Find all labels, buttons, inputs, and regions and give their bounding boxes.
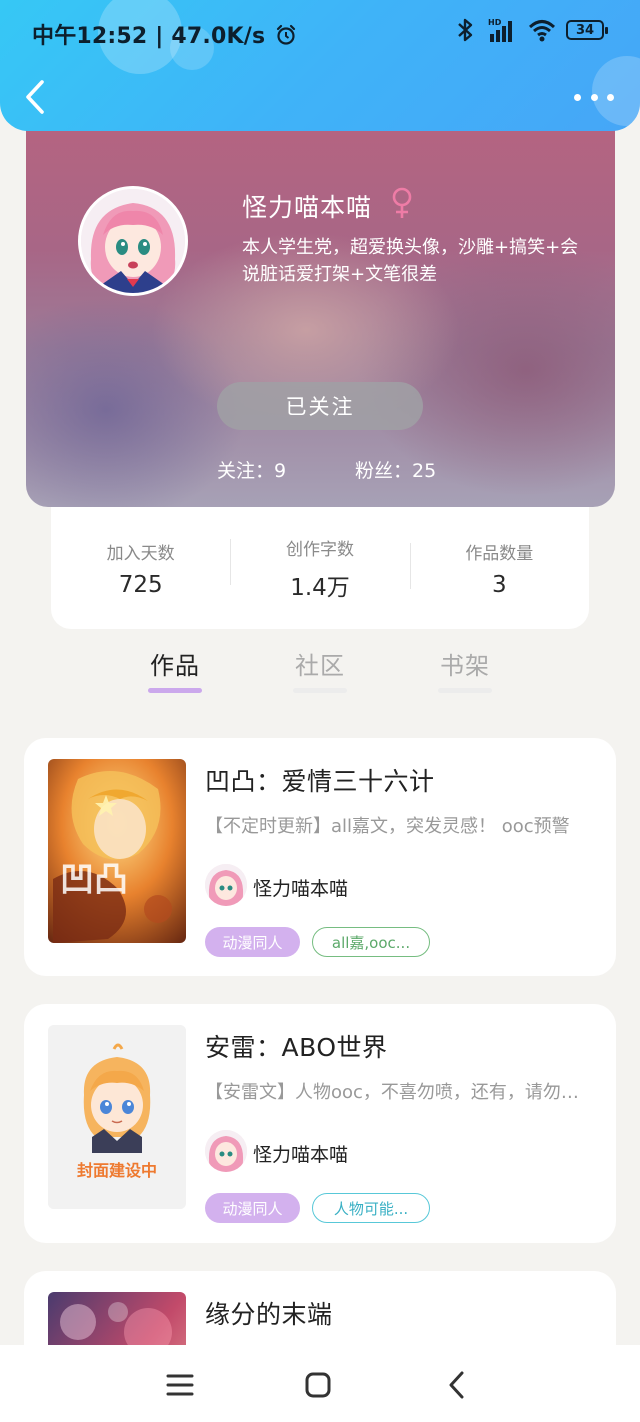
- stat-label: 作品数量: [465, 544, 534, 564]
- status-icons: HD 34: [452, 16, 608, 44]
- stat-word-count: 创作字数 1.4万: [230, 527, 409, 602]
- female-icon: [392, 187, 412, 218]
- keyword-tag[interactable]: 人物可能...: [312, 1193, 430, 1223]
- placeholder-mascot-illustration: [48, 1025, 186, 1209]
- hd-signal-icon: HD: [488, 18, 512, 42]
- author-avatar[interactable]: [205, 864, 247, 906]
- more-dots-icon[interactable]: [574, 82, 614, 112]
- author-name[interactable]: 怪力喵本喵: [253, 874, 348, 901]
- book-card[interactable]: 封面建设中 安雷：ABO世界 【安雷文】人物ooc，不喜勿喷，还有，请勿抄袭 怪…: [24, 1004, 616, 1243]
- book-cover[interactable]: 封面建设中: [48, 1025, 186, 1209]
- keyword-tag[interactable]: all嘉,ooc...: [312, 927, 430, 957]
- alarm-icon: [277, 24, 296, 45]
- book-description: 【不定时更新】all嘉文，突发灵感！ ooc预警: [205, 816, 570, 837]
- book-card[interactable]: 凹凸 凹凸：爱情三十六计 【不定时更新】all嘉文，突发灵感！ ooc预警 怪力…: [24, 738, 616, 976]
- author-name[interactable]: 怪力喵本喵: [253, 1140, 348, 1167]
- profile-tabs: 作品 社区 书架: [0, 640, 640, 710]
- stat-value: 3: [492, 572, 507, 598]
- avatar[interactable]: [78, 186, 188, 296]
- followers-count[interactable]: 粉丝：25: [355, 456, 436, 483]
- back-icon[interactable]: [440, 1367, 476, 1403]
- back-arrow-icon[interactable]: [20, 78, 50, 116]
- svg-text:HD: HD: [488, 18, 502, 27]
- tab-underline: [293, 688, 347, 693]
- stats-card: 加入天数 725 创作字数 1.4万 作品数量 3: [51, 500, 589, 629]
- system-nav-bar: [0, 1345, 640, 1422]
- menu-icon[interactable]: [162, 1367, 198, 1403]
- author-avatar[interactable]: [205, 1130, 247, 1172]
- profile-name: 怪力喵本喵: [242, 193, 373, 222]
- bluetooth-icon: [458, 18, 473, 42]
- stat-join-days: 加入天数 725: [51, 531, 230, 598]
- following-count[interactable]: 关注：9: [217, 456, 286, 483]
- battery-level: 34: [575, 22, 595, 38]
- battery-icon: 34: [566, 20, 608, 40]
- stat-value: 1.4万: [290, 575, 350, 601]
- home-icon[interactable]: [300, 1367, 336, 1403]
- author-avatar-illustration: [205, 864, 247, 906]
- genre-tag[interactable]: 动漫同人: [205, 927, 300, 957]
- profile-card: 怪力喵本喵 本人学生党，超爱换头像，沙雕+搞笑+会说脏话爱打架+文笔很差 已关注…: [26, 110, 615, 507]
- cover-illustration: 凹凸: [48, 759, 186, 943]
- app-header: 中午12:52 | 47.0K/s HD 34: [0, 0, 640, 131]
- avatar-illustration: [81, 189, 185, 293]
- tab-underline: [148, 688, 202, 693]
- book-cover[interactable]: 凹凸: [48, 759, 186, 943]
- svg-text:凹凸: 凹凸: [60, 860, 128, 900]
- tab-label: 社区: [295, 652, 345, 680]
- tab-label: 作品: [150, 652, 200, 680]
- tab-works[interactable]: 作品: [148, 646, 202, 693]
- author-avatar-illustration: [205, 1130, 247, 1172]
- stat-value: 725: [118, 572, 163, 598]
- stat-works-count: 作品数量 3: [409, 531, 589, 598]
- book-description: 【安雷文】人物ooc，不喜勿喷，还有，请勿抄袭: [205, 1082, 595, 1103]
- book-title[interactable]: 凹凸：爱情三十六计: [205, 762, 435, 798]
- tab-label: 书架: [440, 652, 490, 680]
- tab-underline: [438, 688, 492, 693]
- tab-bookshelf[interactable]: 书架: [438, 646, 492, 693]
- stat-label: 创作字数: [285, 540, 354, 560]
- follow-button[interactable]: 已关注: [217, 382, 423, 430]
- genre-tag[interactable]: 动漫同人: [205, 1193, 300, 1223]
- profile-bio: 本人学生党，超爱换头像，沙雕+搞笑+会说脏话爱打架+文笔很差: [242, 237, 579, 285]
- stat-label: 加入天数: [106, 544, 175, 564]
- wifi-icon: [528, 20, 556, 42]
- cover-placeholder-text: 封面建设中: [76, 1161, 157, 1180]
- works-list: 凹凸 凹凸：爱情三十六计 【不定时更新】all嘉文，突发灵感！ ooc预警 怪力…: [0, 710, 640, 1422]
- status-time-text: 中午12:52 | 47.0K/s: [32, 24, 266, 49]
- status-time: 中午12:52 | 47.0K/s: [32, 18, 297, 50]
- book-title[interactable]: 安雷：ABO世界: [205, 1028, 388, 1064]
- tab-community[interactable]: 社区: [293, 646, 347, 693]
- book-title[interactable]: 缘分的末端: [205, 1295, 333, 1331]
